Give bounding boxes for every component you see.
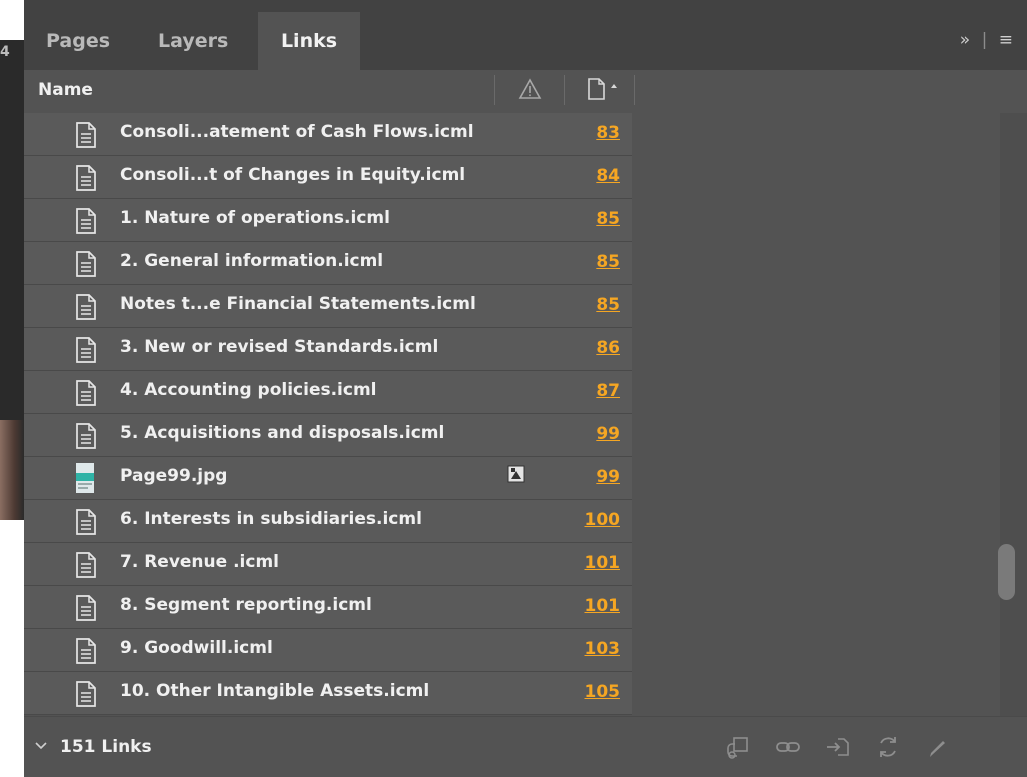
text-document-icon: [76, 208, 96, 234]
link-row[interactable]: 10. Other Intangible Assets.icml 105: [24, 672, 1004, 715]
row-background: [24, 629, 632, 671]
page-number-link[interactable]: 103: [585, 639, 621, 659]
tabbar-separator: |: [981, 30, 988, 50]
text-document-icon: [76, 595, 96, 621]
chevron-down-icon[interactable]: [34, 739, 48, 753]
link-row[interactable]: 7. Revenue .icml 101: [24, 543, 1004, 586]
scrollbar-track[interactable]: [1000, 113, 1027, 716]
tab-layers[interactable]: Layers: [158, 12, 228, 70]
background-photo: [0, 420, 24, 520]
page-number-link[interactable]: 99: [596, 424, 620, 444]
row-background: [24, 457, 632, 499]
text-document-icon: [76, 251, 96, 277]
page-number-link[interactable]: 105: [585, 682, 621, 702]
update-link-icon[interactable]: [874, 733, 902, 761]
text-document-icon: [76, 165, 96, 191]
name-column-header[interactable]: Name: [38, 80, 93, 100]
link-name: 6. Interests in subsidiaries.icml: [120, 509, 422, 529]
row-background: [24, 543, 632, 585]
link-row[interactable]: Consoli...atement of Cash Flows.icml 83: [24, 113, 1004, 156]
link-name: 4. Accounting policies.icml: [120, 380, 377, 400]
link-row[interactable]: 4. Accounting policies.icml 87: [24, 371, 1004, 414]
text-document-icon: [76, 294, 96, 320]
panel-footer: 151 Links: [24, 716, 1027, 777]
link-row[interactable]: 5. Acquisitions and disposals.icml 99: [24, 414, 1004, 457]
links-count: 151 Links: [60, 737, 152, 757]
page-sort-icon[interactable]: [587, 77, 623, 101]
page-number-link[interactable]: 86: [596, 338, 620, 358]
link-row[interactable]: 8. Segment reporting.icml 101: [24, 586, 1004, 629]
link-name: Page99.jpg: [120, 466, 228, 486]
link-name: 2. General information.icml: [120, 251, 384, 271]
text-document-icon: [76, 552, 96, 578]
page-number-link[interactable]: 100: [585, 510, 621, 530]
link-row[interactable]: Page99.jpg 99: [24, 457, 1004, 500]
link-name: Notes t...e Financial Statements.icml: [120, 294, 476, 314]
page-number-link[interactable]: 85: [596, 252, 620, 272]
panel-tab-bar: Pages Layers Links » | ≡: [24, 0, 1027, 70]
column-divider: [564, 75, 565, 105]
text-document-icon: [76, 638, 96, 664]
tabbar-controls: » | ≡: [954, 30, 1013, 50]
warning-icon[interactable]: [518, 77, 542, 101]
go-to-link-icon[interactable]: [824, 733, 852, 761]
link-row[interactable]: 3. New or revised Standards.icml 86: [24, 328, 1004, 371]
page-number-link[interactable]: 85: [596, 209, 620, 229]
text-document-icon: [76, 337, 96, 363]
text-document-icon: [76, 423, 96, 449]
page-number-link[interactable]: 87: [596, 381, 620, 401]
column-divider: [494, 75, 495, 105]
text-document-icon: [76, 681, 96, 707]
embedded-status-icon: [507, 465, 525, 483]
relink-from-cc-libraries-icon[interactable]: [724, 733, 752, 761]
link-name: 3. New or revised Standards.icml: [120, 337, 439, 357]
collapse-panel-icon[interactable]: »: [960, 30, 970, 50]
link-row[interactable]: Notes t...e Financial Statements.icml 85: [24, 285, 1004, 328]
text-document-icon: [76, 122, 96, 148]
tab-pages[interactable]: Pages: [46, 12, 110, 70]
link-name: 7. Revenue .icml: [120, 552, 279, 572]
page-number-link[interactable]: 101: [585, 553, 621, 573]
link-name: 9. Goodwill.icml: [120, 638, 273, 658]
image-thumbnail-icon: [76, 463, 94, 493]
link-name: 8. Segment reporting.icml: [120, 595, 372, 615]
link-row[interactable]: 6. Interests in subsidiaries.icml 100: [24, 500, 1004, 543]
column-header: Name: [24, 70, 1027, 110]
link-name: Consoli...t of Changes in Equity.icml: [120, 165, 466, 185]
page-number-link[interactable]: 99: [596, 467, 620, 487]
background-digit: 4: [0, 44, 10, 60]
links-panel: Pages Layers Links » | ≡ Name Consoli...…: [24, 0, 1027, 777]
relink-icon[interactable]: [774, 733, 802, 761]
link-name: 10. Other Intangible Assets.icml: [120, 681, 430, 701]
links-list: Consoli...atement of Cash Flows.icml 83 Co…: [24, 113, 1004, 716]
row-divider: [24, 714, 632, 715]
panel-menu-icon[interactable]: ≡: [999, 30, 1013, 50]
page-number-link[interactable]: 84: [596, 166, 620, 186]
edit-original-icon[interactable]: [924, 733, 952, 761]
page-number-link[interactable]: 85: [596, 295, 620, 315]
link-name: 5. Acquisitions and disposals.icml: [120, 423, 445, 443]
link-name: 1. Nature of operations.icml: [120, 208, 390, 228]
text-document-icon: [76, 509, 96, 535]
text-document-icon: [76, 380, 96, 406]
link-name: Consoli...atement of Cash Flows.icml: [120, 122, 474, 142]
tab-links[interactable]: Links: [258, 12, 360, 70]
page-number-link[interactable]: 101: [585, 596, 621, 616]
link-row[interactable]: Consoli...t of Changes in Equity.icml 84: [24, 156, 1004, 199]
column-divider: [634, 75, 635, 105]
link-row[interactable]: 1. Nature of operations.icml 85: [24, 199, 1004, 242]
link-row[interactable]: 9. Goodwill.icml 103: [24, 629, 1004, 672]
page-number-link[interactable]: 83: [596, 123, 620, 143]
link-row[interactable]: 2. General information.icml 85: [24, 242, 1004, 285]
scrollbar-thumb[interactable]: [998, 544, 1015, 600]
